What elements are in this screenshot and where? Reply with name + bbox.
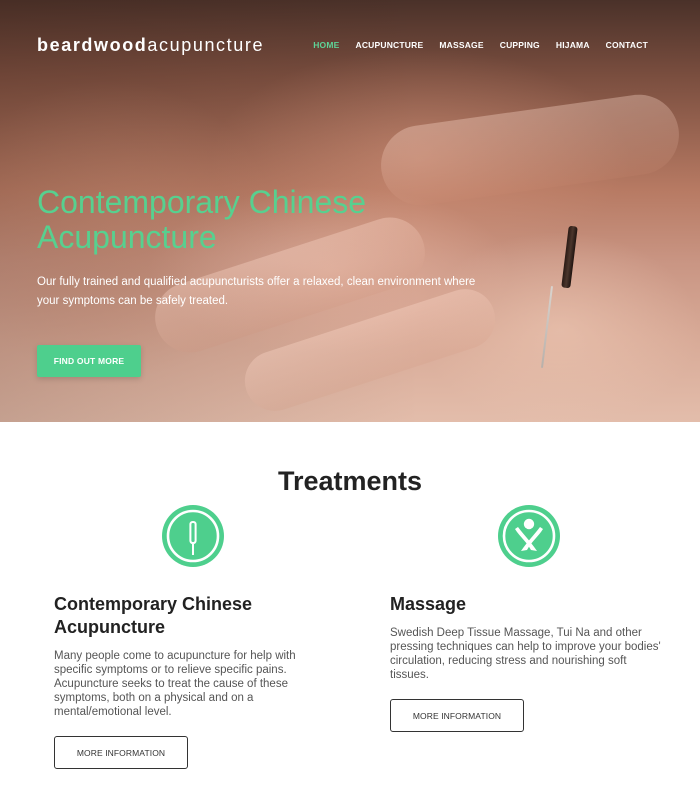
nav-massage[interactable]: MASSAGE <box>439 40 483 50</box>
hero-subtitle: Our fully trained and qualified acupunct… <box>37 276 476 307</box>
main-nav: HOME ACUPUNCTURE MASSAGE CUPPING HIJAMA … <box>313 40 648 50</box>
find-out-more-button[interactable]: FIND OUT MORE <box>37 345 141 377</box>
acupuncture-more-information-button[interactable]: MORE INFORMATION <box>54 736 188 769</box>
nav-contact[interactable]: CONTACT <box>606 40 648 50</box>
nav-hijama[interactable]: HIJAMA <box>556 40 590 50</box>
brand-logo-light: acupuncture <box>147 35 265 55</box>
acupuncture-needle-icon <box>162 505 224 567</box>
treatment-massage-body: Swedish Deep Tissue Massage, Tui Na and … <box>390 627 661 681</box>
treatment-massage-heading: Massage <box>390 594 467 614</box>
treatments-title: Treatments <box>277 466 423 496</box>
nav-cupping[interactable]: CUPPING <box>500 40 540 50</box>
hero-title: Contemporary Chinese Acupuncture <box>37 184 367 255</box>
treatment-acupuncture-heading: Contemporary Chinese Acupuncture <box>54 594 253 637</box>
nav-acupuncture[interactable]: ACUPUNCTURE <box>356 40 424 50</box>
hero-banner: beardwoodacupuncture HOME ACUPUNCTURE MA… <box>0 0 700 422</box>
treatment-acupuncture-body: Many people come to acupuncture for help… <box>54 650 296 718</box>
massage-more-information-button[interactable]: MORE INFORMATION <box>390 699 524 732</box>
nav-home[interactable]: HOME <box>313 40 339 50</box>
brand-logo-bold: beardwood <box>37 35 148 55</box>
brand-logo[interactable]: beardwoodacupuncture <box>37 35 264 56</box>
massage-figure-icon <box>498 505 560 567</box>
